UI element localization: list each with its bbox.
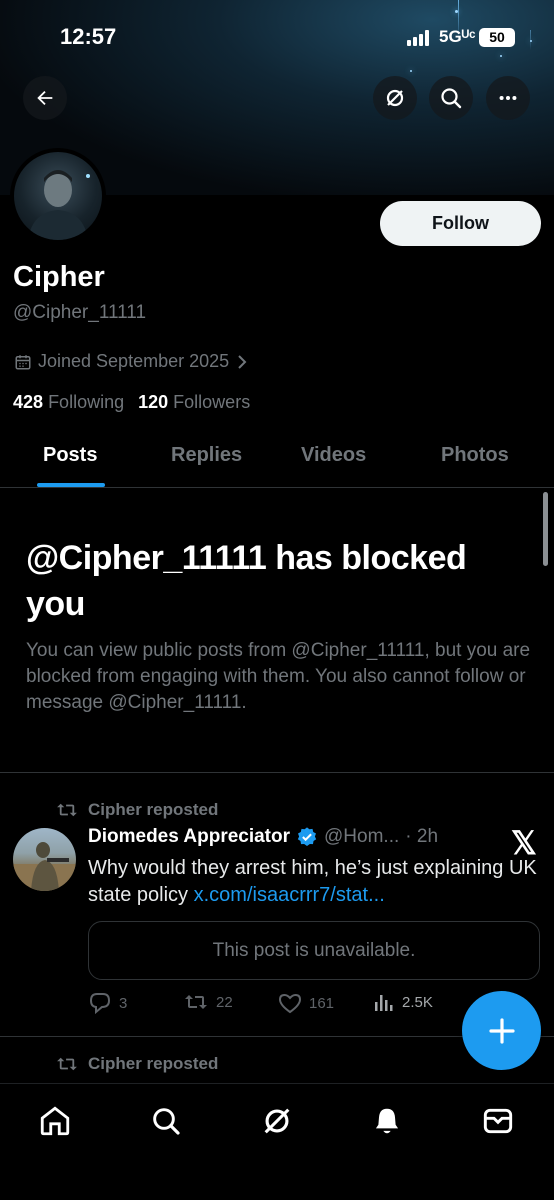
views-count: 2.5K bbox=[402, 993, 433, 1011]
profile-name: Cipher bbox=[13, 261, 105, 293]
repost-label[interactable]: Cipher reposted bbox=[56, 1054, 218, 1074]
reply-count: 3 bbox=[119, 994, 128, 1012]
repost-button[interactable]: 22 bbox=[183, 992, 233, 1012]
grok-icon bbox=[386, 89, 404, 107]
repost-icon bbox=[57, 803, 77, 817]
nav-messages[interactable] bbox=[478, 1101, 518, 1141]
signal-icon bbox=[407, 30, 429, 46]
bottom-navigation bbox=[0, 1083, 554, 1200]
like-button[interactable]: 161 bbox=[278, 992, 334, 1014]
repost-icon bbox=[57, 1057, 77, 1071]
repost-label-text: Cipher reposted bbox=[88, 1054, 219, 1073]
notifications-icon bbox=[375, 1108, 399, 1134]
status-time: 12:57 bbox=[60, 24, 117, 49]
back-arrow-icon bbox=[37, 90, 53, 106]
search-icon bbox=[153, 1108, 180, 1135]
more-icon bbox=[499, 95, 517, 101]
mail-icon bbox=[483, 1108, 513, 1134]
active-tab-indicator bbox=[37, 483, 105, 487]
views-icon bbox=[375, 995, 393, 1011]
reply-icon bbox=[89, 993, 111, 1014]
followers-count: 120 bbox=[138, 392, 169, 412]
follow-stats: 428 Following 120 Followers bbox=[13, 392, 250, 413]
profile-avatar[interactable] bbox=[10, 148, 106, 244]
divider bbox=[0, 772, 554, 773]
chevron-right-icon bbox=[238, 354, 247, 369]
followers-label: Followers bbox=[173, 392, 251, 412]
post-timestamp: · 2h bbox=[405, 826, 439, 847]
repost-label[interactable]: Cipher reposted bbox=[56, 800, 218, 820]
post-text[interactable]: Why would they arrest him, he’s just exp… bbox=[88, 855, 540, 909]
post-header: Diomedes Appreciator @Hom... · 2h bbox=[88, 826, 488, 848]
search-icon bbox=[441, 88, 462, 109]
tab-photos[interactable]: Photos bbox=[441, 444, 509, 467]
blocked-description: You can view public posts from @Cipher_1… bbox=[26, 640, 531, 713]
repost-label-text: Cipher reposted bbox=[88, 800, 219, 819]
tab-posts[interactable]: Posts bbox=[43, 444, 97, 467]
like-count: 161 bbox=[309, 994, 335, 1012]
verified-badge-icon bbox=[297, 827, 317, 846]
post-author-avatar[interactable] bbox=[13, 828, 76, 891]
status-bar: 12:57 5Gᵁᶜ 50 bbox=[0, 24, 554, 52]
nav-grok[interactable] bbox=[257, 1101, 297, 1141]
plus-icon bbox=[488, 1017, 515, 1044]
follow-button[interactable]: Follow bbox=[380, 201, 541, 246]
joined-date[interactable]: Joined September 2025 bbox=[14, 351, 249, 372]
tab-videos[interactable]: Videos bbox=[301, 444, 366, 467]
post-author-name[interactable]: Diomedes Appreciator bbox=[88, 826, 290, 848]
like-icon bbox=[278, 993, 302, 1014]
back-button[interactable] bbox=[23, 76, 67, 120]
more-button[interactable] bbox=[486, 76, 530, 120]
search-button[interactable] bbox=[429, 76, 473, 120]
scrollbar[interactable] bbox=[543, 492, 548, 566]
repost-count: 22 bbox=[216, 993, 233, 1011]
network-type: 5Gᵁᶜ bbox=[439, 27, 476, 46]
nav-home[interactable] bbox=[35, 1101, 75, 1141]
battery-icon: 50 bbox=[479, 28, 515, 47]
following-label: Following bbox=[48, 392, 125, 412]
compose-button[interactable] bbox=[462, 991, 541, 1070]
following-link[interactable]: 428 Following bbox=[13, 392, 124, 413]
grok-icon bbox=[264, 1108, 290, 1134]
calendar-icon bbox=[15, 354, 31, 369]
home-icon bbox=[40, 1106, 70, 1136]
following-count: 428 bbox=[13, 392, 44, 412]
nav-search[interactable] bbox=[146, 1101, 186, 1141]
grok-button[interactable] bbox=[373, 76, 417, 120]
tab-replies[interactable]: Replies bbox=[171, 444, 242, 467]
followers-link[interactable]: 120 Followers bbox=[138, 392, 250, 413]
post-actions: 3 22 161 2.5K bbox=[88, 992, 458, 1018]
post-author-handle[interactable]: @Hom... bbox=[324, 826, 399, 848]
avatar-image bbox=[13, 842, 76, 891]
joined-text: Joined September 2025 bbox=[38, 351, 230, 371]
views-button[interactable]: 2.5K bbox=[373, 992, 433, 1012]
reply-button[interactable]: 3 bbox=[88, 992, 127, 1014]
blocked-title: @Cipher_11111 has blocked you bbox=[26, 539, 467, 623]
repost-icon bbox=[185, 995, 207, 1009]
avatar-image bbox=[28, 170, 90, 240]
nav-notifications[interactable] bbox=[367, 1101, 407, 1141]
quoted-post-unavailable[interactable]: This post is unavailable. bbox=[88, 921, 540, 980]
post-link[interactable]: x.com/isaacrrr7/stat... bbox=[194, 884, 385, 906]
profile-handle: @Cipher_11111 bbox=[13, 302, 147, 323]
profile-tabs: Posts Replies Videos Photos bbox=[0, 430, 554, 488]
